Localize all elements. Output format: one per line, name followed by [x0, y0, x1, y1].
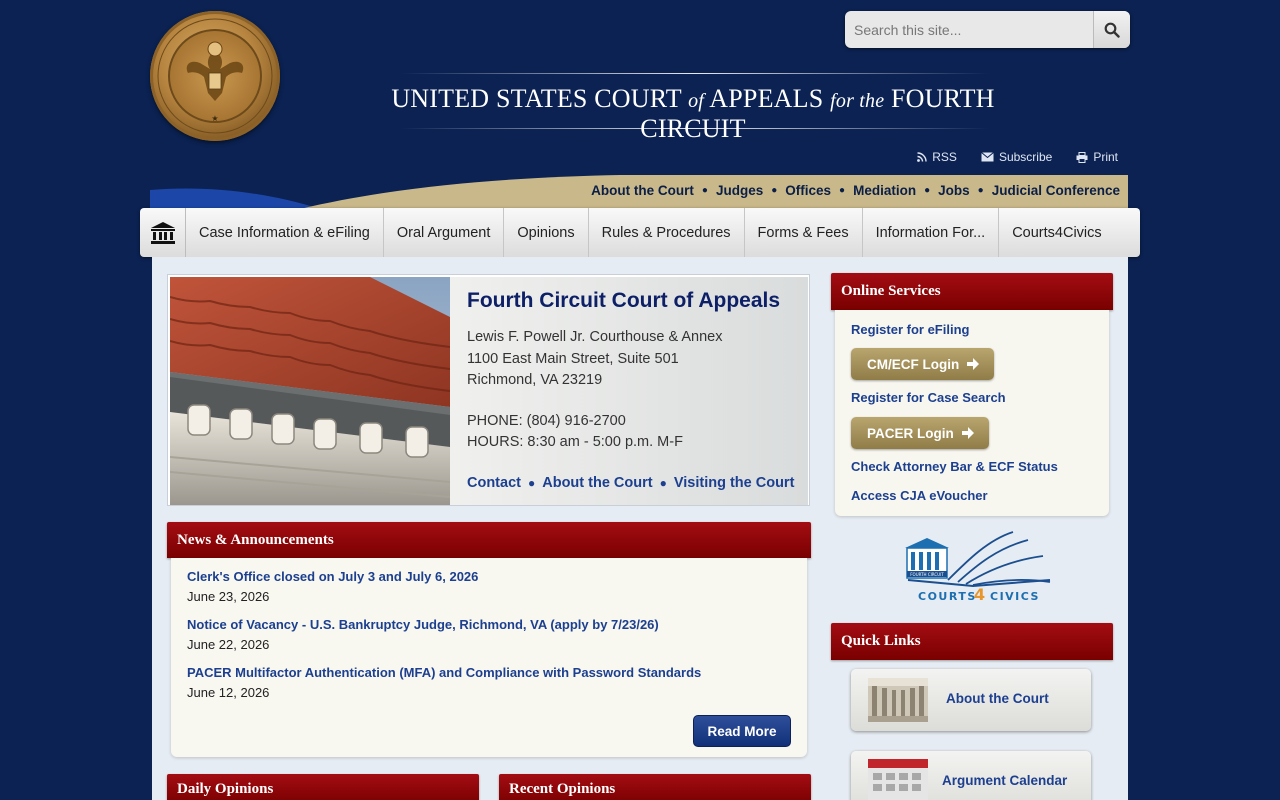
recent-opinions-heading: Recent Opinions	[499, 774, 811, 800]
phone-text: PHONE: (804) 916-2700	[467, 412, 626, 429]
search-input[interactable]	[845, 11, 1093, 48]
secnav-jobs[interactable]: Jobs	[938, 183, 970, 198]
title-rule-top	[400, 73, 990, 74]
secnav-judges[interactable]: Judges	[716, 183, 763, 198]
courthouse-roof-photo	[170, 277, 450, 505]
pacer-login-button[interactable]: PACER Login	[851, 417, 989, 449]
site-search	[845, 11, 1130, 48]
news-date: June 23, 2026	[187, 589, 270, 604]
subscribe-link[interactable]: Subscribe	[981, 150, 1052, 164]
c4c-small-text: FOURTH CIRCUIT	[910, 572, 944, 577]
address-line-2: 1100 East Main Street, Suite 501	[467, 350, 679, 367]
hero-links: Contact ● About the Court ● Visiting the…	[467, 475, 794, 491]
courthouse-hallway-thumbnail	[868, 678, 928, 722]
about-the-court-link[interactable]: About the Court	[542, 475, 652, 491]
eagle-icon: ★	[157, 18, 273, 134]
nav-forms-fees[interactable]: Forms & Fees	[745, 208, 863, 257]
envelope-icon	[981, 152, 994, 162]
svg-text:★: ★	[211, 114, 218, 123]
check-attorney-status-link[interactable]: Check Attorney Bar & ECF Status	[851, 459, 1058, 474]
quick-link-about-the-court[interactable]: About the Court	[851, 669, 1091, 731]
news-item: Clerk's Office closed on July 3 and July…	[187, 569, 791, 604]
news-item: PACER Multifactor Authentication (MFA) a…	[187, 665, 791, 700]
nav-oral-argument[interactable]: Oral Argument	[384, 208, 505, 257]
courthouse-hero: Fourth Circuit Court of Appeals Lewis F.…	[167, 274, 810, 506]
hours-text: HOURS: 8:30 am - 5:00 p.m. M-F	[467, 434, 683, 450]
search-icon	[1104, 22, 1120, 38]
quick-links-heading: Quick Links	[831, 623, 1113, 660]
address-line-3: Richmond, VA 23219	[467, 372, 603, 388]
quick-link-label: About the Court	[946, 691, 1049, 706]
print-label: Print	[1093, 150, 1118, 164]
secnav-about-the-court[interactable]: About the Court	[591, 183, 694, 198]
rss-icon	[917, 152, 927, 162]
site-title[interactable]: UNITED STATES COURT of APPEALS for the F…	[340, 84, 1046, 144]
news-title-link[interactable]: Notice of Vacancy - U.S. Bankruptcy Judg…	[187, 617, 791, 632]
secnav-separator: ●	[839, 185, 846, 196]
cmecf-login-button[interactable]: CM/ECF Login	[851, 348, 995, 380]
nav-case-information[interactable]: Case Information & eFiling	[186, 208, 384, 257]
courthouse-info: Fourth Circuit Court of Appeals Lewis F.…	[450, 277, 808, 505]
quick-link-argument-calendar[interactable]: Argument Calendar	[851, 751, 1091, 800]
secnav-separator: ●	[924, 185, 931, 196]
secnav-offices[interactable]: Offices	[785, 183, 831, 198]
arrow-right-icon	[967, 358, 980, 370]
subscribe-label: Subscribe	[998, 150, 1053, 164]
news-title-link[interactable]: PACER Multifactor Authentication (MFA) a…	[187, 665, 791, 680]
secondary-nav: About the Court ● Judges ● Offices ● Med…	[591, 183, 1120, 198]
courts4civics-logo[interactable]: FOURTH CIRCUIT COURTS 4 CIVICS	[888, 530, 1058, 605]
title-part-1: UNITED STATES COURT	[391, 84, 682, 113]
nav-opinions[interactable]: Opinions	[504, 208, 589, 257]
contact-link[interactable]: Contact	[467, 475, 521, 491]
read-more-button[interactable]: Read More	[693, 715, 791, 747]
secnav-separator: ●	[977, 185, 984, 196]
courthouse-icon	[150, 221, 175, 244]
link-separator: ●	[527, 476, 536, 490]
c4c-civics-text: CIVICS	[990, 590, 1040, 603]
print-link[interactable]: Print	[1076, 150, 1118, 164]
news-title-link[interactable]: Clerk's Office closed on July 3 and July…	[187, 569, 791, 584]
calendar-icon	[868, 759, 928, 800]
secnav-separator: ●	[701, 185, 708, 196]
secnav-mediation[interactable]: Mediation	[853, 183, 916, 198]
pacer-login-label: PACER Login	[867, 425, 954, 441]
news-panel: Clerk's Office closed on July 3 and July…	[171, 558, 807, 757]
secnav-judicial-conference[interactable]: Judicial Conference	[992, 183, 1120, 198]
arrow-right-icon	[961, 427, 974, 439]
c4c-courts-text: COURTS	[918, 590, 977, 603]
court-name-heading: Fourth Circuit Court of Appeals	[467, 289, 781, 312]
title-part-2: APPEALS	[709, 84, 824, 113]
cmecf-login-label: CM/ECF Login	[867, 356, 960, 372]
utility-links: RSS Subscribe Print	[917, 150, 1118, 164]
print-icon	[1076, 151, 1088, 163]
court-seal-logo[interactable]: ★	[150, 11, 280, 141]
search-button[interactable]	[1093, 11, 1130, 48]
nav-courts4civics[interactable]: Courts4Civics	[999, 208, 1114, 257]
nav-rules-procedures[interactable]: Rules & Procedures	[589, 208, 745, 257]
register-case-search-link[interactable]: Register for Case Search	[851, 390, 1006, 405]
c4c-four-text: 4	[974, 585, 985, 604]
news-date: June 22, 2026	[187, 637, 270, 652]
link-separator: ●	[659, 476, 667, 490]
visiting-the-court-link[interactable]: Visiting the Court	[674, 475, 795, 491]
title-for-the: for the	[830, 90, 885, 112]
online-services-panel: Register for eFiling CM/ECF Login Regist…	[835, 310, 1109, 516]
nav-information-for[interactable]: Information For...	[863, 208, 1000, 257]
secnav-separator: ●	[771, 185, 778, 196]
news-heading: News & Announcements	[167, 522, 811, 558]
online-services-heading: Online Services	[831, 273, 1113, 310]
quick-link-label: Argument Calendar	[942, 773, 1068, 788]
news-date: June 12, 2026	[187, 685, 270, 700]
cja-evoucher-link[interactable]: Access CJA eVoucher	[851, 488, 988, 503]
title-of: of	[688, 90, 705, 112]
register-efiling-link[interactable]: Register for eFiling	[851, 322, 969, 337]
daily-opinions-heading: Daily Opinions	[167, 774, 479, 800]
main-nav: Case Information & eFiling Oral Argument…	[140, 208, 1140, 257]
address-line-1: Lewis F. Powell Jr. Courthouse & Annex	[467, 329, 723, 345]
news-item: Notice of Vacancy - U.S. Bankruptcy Judg…	[187, 617, 791, 652]
rss-label: RSS	[932, 150, 957, 164]
rss-link[interactable]: RSS	[917, 150, 957, 164]
title-rule-bottom	[400, 128, 990, 129]
home-button[interactable]	[140, 208, 186, 257]
